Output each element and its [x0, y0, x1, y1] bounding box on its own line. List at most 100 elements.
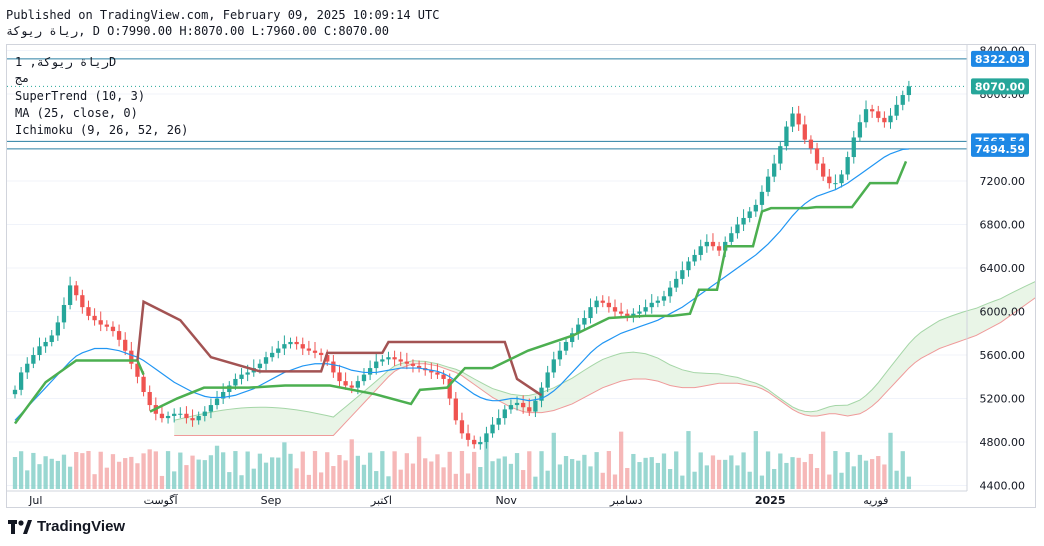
candle-body-77 — [484, 433, 489, 443]
candle-body-4 — [37, 346, 42, 356]
ichimoku-span-a — [174, 276, 1044, 421]
volume-bar-35 — [227, 472, 232, 489]
candle-body-102 — [637, 311, 642, 314]
volume-bar-29 — [190, 455, 195, 489]
volume-bar-2 — [25, 470, 30, 489]
legend-supertrend[interactable]: SuperTrend (10, 3) — [15, 88, 145, 104]
candle-body-10 — [74, 285, 79, 296]
candle-body-74 — [465, 433, 471, 440]
candle-body-69 — [435, 372, 440, 375]
candle-body-3 — [31, 355, 36, 364]
x-tick-label-6: 2025 — [755, 494, 786, 507]
volume-bar-144 — [894, 470, 899, 489]
y-tick-label-5: 6000.00 — [980, 306, 1026, 319]
x-tick-label-2: Sep — [261, 494, 282, 507]
volume-bar-27 — [178, 452, 183, 489]
candle-body-79 — [496, 418, 501, 425]
candle-body-26 — [172, 413, 177, 416]
volume-bar-114 — [710, 455, 716, 489]
candle-body-0 — [12, 389, 18, 395]
candle-body-81 — [508, 405, 514, 410]
candle-body-139 — [863, 109, 869, 123]
volume-bar-42 — [270, 457, 275, 489]
candle-body-85 — [533, 400, 538, 412]
volume-bar-5 — [43, 456, 48, 489]
volume-bar-14 — [98, 451, 103, 489]
volume-bar-121 — [753, 431, 758, 489]
candle-body-6 — [49, 335, 54, 342]
legend-title: رياة ريوكة, 1D — [15, 55, 117, 69]
volume-bar-115 — [716, 459, 722, 489]
volume-bar-102 — [637, 462, 642, 489]
candle-body-17 — [116, 331, 122, 340]
volume-bar-19 — [129, 456, 134, 489]
volume-bar-127 — [790, 457, 795, 489]
volume-bar-132 — [821, 431, 826, 489]
price-chart[interactable]: 8400.008000.007200.006800.006400.006000.… — [7, 44, 1044, 507]
legend-ichimoku[interactable]: Ichimoku (9, 26, 52, 26) — [15, 122, 188, 138]
candle-body-28 — [184, 413, 189, 419]
volume-bar-37 — [239, 475, 244, 489]
candle-body-63 — [398, 359, 403, 362]
volume-bar-41 — [263, 462, 269, 489]
candle-body-100 — [625, 313, 630, 316]
volume-bar-80 — [502, 456, 507, 489]
ma-line — [14, 148, 909, 421]
tradingview-logo[interactable]: TradingView — [8, 518, 125, 535]
symbol-label: رياة ريوكة, D — [6, 24, 100, 38]
candle-body-7 — [55, 322, 60, 336]
chart-frame[interactable]: 8400.008000.007200.006800.006400.006000.… — [6, 44, 1044, 508]
volume-bar-123 — [765, 451, 771, 489]
volume-bar-58 — [367, 452, 373, 489]
candle-body-32 — [208, 405, 214, 412]
candle-body-15 — [104, 324, 109, 327]
candle-body-98 — [612, 307, 618, 312]
volume-bar-32 — [208, 455, 214, 489]
candle-body-31 — [202, 411, 207, 416]
candle-body-134 — [833, 183, 838, 185]
ohlc-line: رياة ريوكة, D O:7990.00 H:8070.00 L:7960… — [6, 24, 389, 38]
candle-body-18 — [123, 339, 128, 351]
volume-bar-16 — [110, 454, 116, 489]
volume-bar-59 — [374, 471, 379, 489]
candle-body-88 — [551, 359, 556, 373]
candle-body-135 — [839, 174, 844, 184]
candle-body-50 — [318, 352, 324, 356]
candle-body-38 — [245, 372, 250, 375]
volume-bar-25 — [165, 451, 171, 489]
volume-bar-138 — [857, 454, 863, 489]
volume-bar-118 — [735, 465, 740, 489]
volume-bar-22 — [147, 449, 152, 489]
volume-bar-134 — [833, 451, 838, 489]
volume-bar-26 — [172, 471, 177, 489]
candle-body-97 — [606, 302, 612, 308]
volume-bar-128 — [796, 457, 801, 489]
candle-body-117 — [729, 233, 734, 242]
volume-bar-87 — [545, 470, 550, 489]
y-tick-label-6: 5600.00 — [980, 349, 1026, 362]
y-tick-label-2: 7200.00 — [980, 175, 1026, 188]
x-tick-label-5: دسامبر — [609, 494, 643, 507]
volume-bar-57 — [361, 464, 367, 489]
volume-bar-36 — [233, 451, 238, 489]
candle-body-129 — [802, 124, 807, 140]
volume-bar-9 — [67, 466, 73, 489]
legend-ma[interactable]: MA (25, close, 0) — [15, 105, 138, 121]
volume-bar-20 — [135, 463, 140, 489]
volume-bar-113 — [704, 465, 709, 489]
volume-bar-92 — [576, 460, 581, 489]
volume-bar-62 — [392, 451, 397, 489]
volume-bar-31 — [202, 460, 207, 489]
volume-bar-43 — [276, 457, 281, 489]
volume-bar-47 — [300, 451, 305, 489]
volume-bar-4 — [37, 464, 42, 489]
x-tick-label-7: فوریه — [863, 494, 888, 507]
volume-bar-79 — [496, 458, 501, 489]
candle-body-121 — [753, 204, 758, 212]
candle-body-94 — [588, 307, 593, 319]
volume-bar-15 — [104, 467, 109, 489]
volume-bar-10 — [74, 452, 79, 489]
volume-bar-122 — [759, 475, 765, 489]
candle-body-126 — [784, 126, 789, 147]
volume-bar-136 — [845, 452, 850, 489]
